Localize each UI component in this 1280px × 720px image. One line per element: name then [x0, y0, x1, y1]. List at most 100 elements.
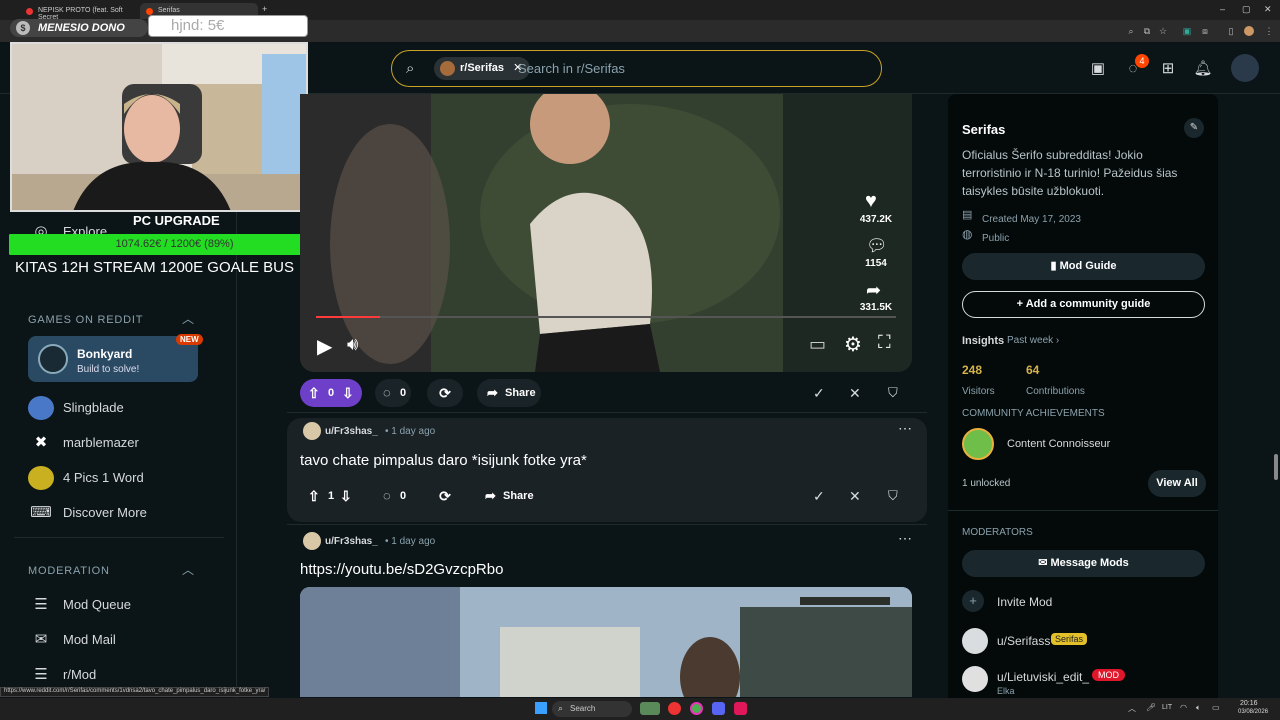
minimize-icon[interactable]: –: [1220, 4, 1225, 14]
mod-shield-icon[interactable]: ⛉: [888, 385, 898, 401]
vote-count: 0: [328, 387, 335, 399]
extension-icon[interactable]: ▣: [1182, 26, 1192, 36]
invite-mod-link[interactable]: Invite Mod: [997, 595, 1052, 609]
downvote-icon[interactable]: ⇩: [340, 482, 352, 510]
extensions-icon[interactable]: ⧈: [1200, 26, 1210, 36]
sidebar-item-mod-queue[interactable]: ☰ Mod Queue: [28, 589, 218, 619]
share-button[interactable]: ➦ Share: [475, 482, 539, 510]
discord-icon[interactable]: [712, 702, 725, 715]
webcam-overlay: [10, 42, 308, 212]
zoom-icon[interactable]: ⌕: [1126, 26, 1136, 36]
new-tab-icon[interactable]: +: [262, 4, 267, 14]
post-title[interactable]: tavo chate pimpalus daro *isijunk fotke …: [300, 452, 587, 469]
tiktok-icon[interactable]: [734, 702, 747, 715]
chat-badge: 4: [1135, 54, 1149, 68]
windows-start-icon[interactable]: [535, 702, 547, 714]
edit-pencil-icon[interactable]: ✎: [1184, 118, 1204, 138]
view-all-button[interactable]: View All: [1148, 470, 1206, 497]
subreddit-chip[interactable]: r/Serifas ✕: [434, 57, 531, 80]
post-options-icon[interactable]: ⋯: [898, 420, 912, 437]
crosspost-icon[interactable]: ⟳: [427, 379, 463, 407]
speaker-icon[interactable]: 🔈︎: [1196, 703, 1201, 713]
community-description: Oficialus Šerifo subredditas! Jokio terr…: [962, 148, 1178, 198]
crosspost-icon[interactable]: ⟳: [427, 482, 463, 510]
tray-chevron-icon[interactable]: ︿: [1128, 703, 1136, 714]
advertise-icon[interactable]: ▣: [1087, 58, 1109, 80]
captions-icon[interactable]: ▭: [809, 334, 826, 355]
heart-icon[interactable]: ♥: [865, 190, 877, 213]
share-arrow-icon[interactable]: ➦: [866, 280, 881, 301]
chrome-icon[interactable]: [690, 702, 703, 715]
collapse-moderation-icon[interactable]: ︿: [182, 561, 194, 578]
upvote-icon[interactable]: ⇧: [308, 482, 320, 510]
video-player[interactable]: ▶ 🔊︎ ▭ ⚙ ⛶ ♥ 437.2K 💬︎ 1154 ➦ 331.5K: [300, 94, 912, 372]
achievement-badge-icon: [962, 428, 994, 460]
menu-dots-icon[interactable]: ⋮: [1264, 26, 1274, 36]
maximize-icon[interactable]: ▢: [1242, 4, 1251, 15]
mod-mail-icon: ✉: [34, 631, 48, 648]
remove-icon[interactable]: ✕: [849, 385, 861, 402]
insights-range-dropdown[interactable]: Past week ›: [1007, 335, 1059, 346]
post-options-icon[interactable]: ⋯: [898, 530, 912, 547]
page-scrollbar[interactable]: [1272, 94, 1280, 698]
message-mods-button[interactable]: ✉ Message Mods: [962, 550, 1205, 577]
volume-icon[interactable]: 🔊︎: [347, 334, 358, 355]
fullscreen-icon[interactable]: ⛶: [878, 332, 891, 353]
app-icon[interactable]: [668, 702, 681, 715]
post-author[interactable]: u/Fr3shas_: [325, 536, 378, 547]
notification-bell-icon[interactable]: 🔔︎: [1192, 58, 1214, 80]
create-post-icon[interactable]: ⊞: [1157, 58, 1179, 80]
featured-game-card[interactable]: Bonkyard Build to solve! NEW: [28, 334, 203, 382]
upvote-icon[interactable]: ⇧: [308, 379, 320, 407]
divider: [287, 524, 927, 525]
sidebar-item-4pics[interactable]: 4 Pics 1 Word: [28, 462, 218, 492]
battery-icon[interactable]: ▭: [1212, 703, 1220, 712]
scrollbar-thumb[interactable]: [1274, 454, 1278, 480]
profile-icon[interactable]: [1244, 26, 1254, 36]
mod-guide-button[interactable]: ▮ Mod Guide: [962, 253, 1205, 280]
comments-count: 0: [400, 490, 407, 502]
taskbar-search[interactable]: ⌕ Search: [552, 701, 632, 717]
sidebar-item-slingblade[interactable]: Slingblade: [28, 392, 218, 422]
close-window-icon[interactable]: ✕: [1264, 4, 1272, 15]
approve-icon[interactable]: ✓: [813, 385, 825, 402]
remove-icon[interactable]: ✕: [849, 488, 861, 505]
mod-shield-icon[interactable]: ⛉: [888, 488, 898, 504]
clock-date: 03/08/2026: [1238, 709, 1269, 715]
approve-icon[interactable]: ✓: [813, 488, 825, 505]
sidebar-item-r-mod[interactable]: ☰ r/Mod: [28, 659, 218, 689]
play-icon[interactable]: ▶: [317, 334, 332, 359]
mic-icon[interactable]: 🎤︎: [1146, 703, 1156, 712]
sidebar-icon[interactable]: ▯: [1226, 26, 1236, 36]
user-avatar[interactable]: [1231, 54, 1259, 82]
sidebar-item-marblemazer[interactable]: ✖ marblemazer: [28, 427, 218, 457]
mod-username[interactable]: u/Serifass: [997, 634, 1050, 648]
post-thumbnail[interactable]: [300, 587, 912, 697]
mod-username[interactable]: u/Lietuviski_edit_: [997, 670, 1089, 684]
star-icon[interactable]: ☆: [1158, 26, 1168, 36]
comments-button[interactable]: ◌ 0: [375, 379, 411, 407]
search-bar[interactable]: ⌕ r/Serifas ✕ Search in r/Serifas: [391, 50, 882, 87]
vote-pill: ⇧ 0 ⇩: [300, 379, 362, 407]
collapse-games-icon[interactable]: ︿: [182, 310, 194, 327]
search-input[interactable]: Search in r/Serifas: [518, 61, 625, 76]
sidebar-item-discover-more[interactable]: ⌨ Discover More: [28, 497, 218, 527]
post-author[interactable]: u/Fr3shas_: [325, 426, 378, 437]
sidebar-item-mod-mail[interactable]: ✉ Mod Mail: [28, 624, 218, 654]
moderation-section-title: MODERATION: [28, 565, 110, 577]
install-icon[interactable]: ⧉: [1142, 26, 1152, 36]
settings-gear-icon[interactable]: ⚙: [844, 332, 862, 357]
post-card[interactable]: u/Fr3shas_ • 1 day ago ⋯ tavo chate pimp…: [287, 418, 927, 522]
video-seekbar[interactable]: [316, 316, 896, 318]
downvote-icon[interactable]: ⇩: [342, 379, 354, 407]
share-button[interactable]: ➦ Share: [477, 379, 541, 407]
browser-tab[interactable]: NEPISK PROTO (feat. Soft Secret: [20, 3, 138, 21]
language-indicator[interactable]: LIT: [1162, 704, 1172, 711]
post-link-title[interactable]: https://youtu.be/sD2GvzcpRbo: [300, 561, 503, 578]
add-guide-button[interactable]: + Add a community guide: [962, 291, 1205, 318]
widget-icon[interactable]: [640, 702, 660, 715]
comment-bubble-icon[interactable]: 💬︎: [866, 236, 888, 256]
comments-button[interactable]: ◌ 0: [375, 482, 411, 510]
community-name: Serifas: [962, 122, 1006, 137]
wifi-icon[interactable]: ◠: [1180, 703, 1187, 712]
